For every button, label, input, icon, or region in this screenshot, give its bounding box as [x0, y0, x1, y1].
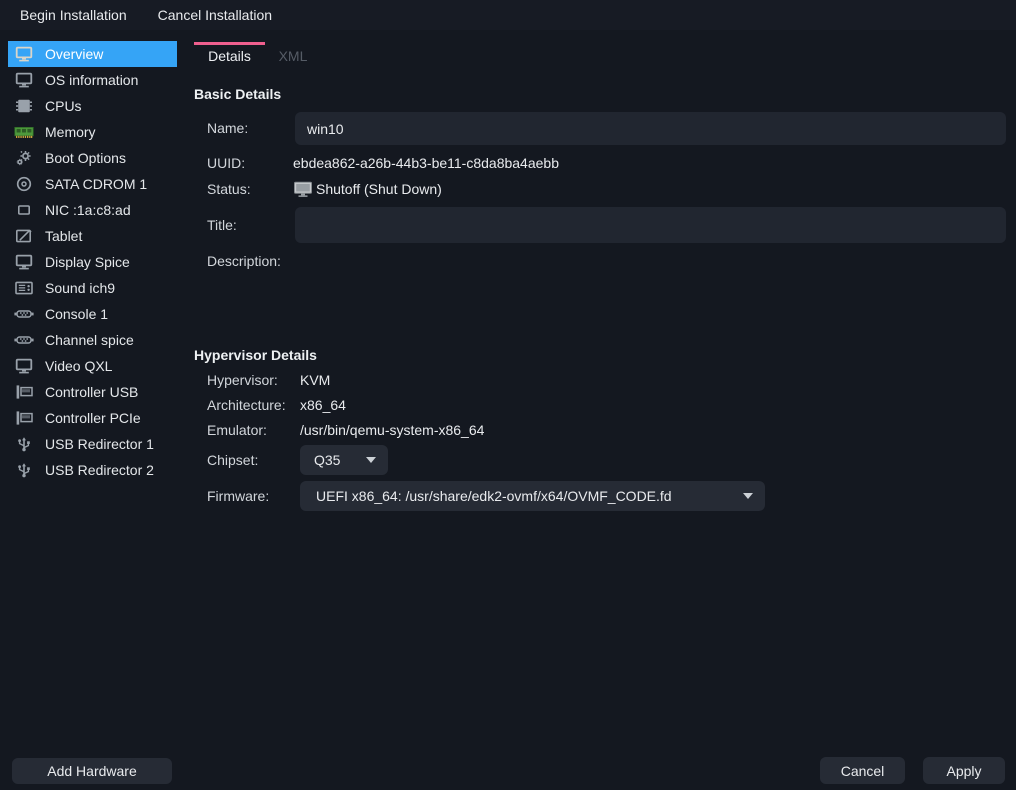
- status-label: Status:: [207, 180, 251, 198]
- sidebar-item-label: NIC :1a:c8:ad: [45, 202, 131, 218]
- emulator-value: /usr/bin/qemu-system-x86_64: [300, 421, 484, 439]
- sidebar-item-label: Overview: [45, 46, 103, 62]
- nic-icon: [14, 202, 34, 218]
- sidebar-item-label: Controller PCIe: [45, 410, 141, 426]
- sidebar-item-label: USB Redirector 1: [45, 436, 154, 452]
- sidebar-item-label: Tablet: [45, 228, 82, 244]
- uuid-value: ebdea862-a26b-44b3-be11-c8da8ba4aebb: [293, 154, 559, 172]
- sidebar-item-label: Memory: [45, 124, 96, 140]
- sidebar-item-nic-1a-c8-ad[interactable]: NIC :1a:c8:ad: [8, 197, 177, 223]
- sidebar-item-display-spice[interactable]: Display Spice: [8, 249, 177, 275]
- memory-icon: [14, 124, 34, 140]
- tab-details[interactable]: Details: [194, 42, 265, 69]
- basic-details-heading: Basic Details: [194, 85, 281, 103]
- architecture-label: Architecture:: [207, 396, 286, 414]
- sidebar-item-overview[interactable]: Overview: [8, 41, 177, 67]
- sidebar-item-label: Sound ich9: [45, 280, 115, 296]
- sidebar-item-video-qxl[interactable]: Video QXL: [8, 353, 177, 379]
- monitor-icon: [14, 46, 34, 62]
- firmware-selected-value: UEFI x86_64: /usr/share/edk2-ovmf/x64/OV…: [316, 488, 672, 504]
- chipset-selected-value: Q35: [314, 452, 340, 468]
- chevron-down-icon: [366, 457, 376, 463]
- description-label: Description:: [207, 252, 281, 270]
- description-input[interactable]: [295, 251, 1010, 321]
- tab-xml[interactable]: XML: [265, 42, 321, 69]
- sidebar-item-sata-cdrom-1[interactable]: SATA CDROM 1: [8, 171, 177, 197]
- chipset-label: Chipset:: [207, 451, 258, 469]
- usb-icon: [14, 436, 34, 452]
- name-input[interactable]: [295, 112, 1006, 145]
- sidebar-item-boot-options[interactable]: Boot Options: [8, 145, 177, 171]
- sidebar-item-channel-spice[interactable]: Channel spice: [8, 327, 177, 353]
- sidebar-item-usb-redirector-2[interactable]: USB Redirector 2: [8, 457, 177, 483]
- sidebar-item-label: Channel spice: [45, 332, 134, 348]
- monitor-icon: [14, 254, 34, 270]
- hardware-list: Overview OS information CPUs Memory Boot Opt…: [0, 30, 185, 744]
- sidebar-item-label: OS information: [45, 72, 138, 88]
- sidebar-item-label: Controller USB: [45, 384, 138, 400]
- sidebar-item-controller-pcie[interactable]: Controller PCIe: [8, 405, 177, 431]
- cpu-icon: [14, 98, 34, 114]
- emulator-label: Emulator:: [207, 421, 267, 439]
- sidebar-item-label: SATA CDROM 1: [45, 176, 147, 192]
- cancel-button[interactable]: Cancel: [820, 757, 905, 784]
- sound-card-icon: [14, 280, 34, 296]
- add-hardware-button[interactable]: Add Hardware: [12, 758, 172, 784]
- hypervisor-details-heading: Hypervisor Details: [194, 346, 317, 364]
- hypervisor-label: Hypervisor:: [207, 371, 278, 389]
- toolbar: Begin Installation Cancel Installation: [0, 0, 1016, 30]
- tab-bar: Details XML: [194, 42, 321, 69]
- sidebar-item-label: Video QXL: [45, 358, 112, 374]
- name-label: Name:: [207, 119, 248, 137]
- sidebar-item-cpus[interactable]: CPUs: [8, 93, 177, 119]
- title-input[interactable]: [295, 207, 1006, 243]
- architecture-value: x86_64: [300, 396, 346, 414]
- uuid-label: UUID:: [207, 154, 245, 172]
- sidebar-item-label: CPUs: [45, 98, 82, 114]
- serial-port-icon: [14, 332, 34, 348]
- sidebar-item-label: Console 1: [45, 306, 108, 322]
- firmware-label: Firmware:: [207, 487, 269, 505]
- chevron-down-icon: [743, 493, 753, 499]
- tablet-icon: [14, 228, 34, 244]
- title-label: Title:: [207, 216, 237, 234]
- sidebar-item-memory[interactable]: Memory: [8, 119, 177, 145]
- cancel-installation-button[interactable]: Cancel Installation: [158, 5, 272, 25]
- sidebar-item-usb-redirector-1[interactable]: USB Redirector 1: [8, 431, 177, 457]
- firmware-dropdown[interactable]: UEFI x86_64: /usr/share/edk2-ovmf/x64/OV…: [300, 481, 765, 511]
- cdrom-icon: [14, 176, 34, 192]
- monitor-icon: [14, 358, 34, 374]
- controller-icon: [14, 384, 34, 400]
- sidebar-item-tablet[interactable]: Tablet: [8, 223, 177, 249]
- status-value-group: Shutoff (Shut Down): [293, 180, 442, 198]
- controller-icon: [14, 410, 34, 426]
- chipset-dropdown[interactable]: Q35: [300, 445, 388, 475]
- sidebar-item-label: Boot Options: [45, 150, 126, 166]
- begin-installation-button[interactable]: Begin Installation: [20, 5, 127, 25]
- hypervisor-value: KVM: [300, 371, 330, 389]
- serial-port-icon: [14, 306, 34, 322]
- monitor-icon: [14, 72, 34, 88]
- sidebar-item-os-information[interactable]: OS information: [8, 67, 177, 93]
- status-value: Shutoff (Shut Down): [316, 180, 442, 198]
- sidebar-item-sound-ich9[interactable]: Sound ich9: [8, 275, 177, 301]
- sidebar-item-controller-usb[interactable]: Controller USB: [8, 379, 177, 405]
- apply-button[interactable]: Apply: [923, 757, 1005, 784]
- sidebar-item-label: USB Redirector 2: [45, 462, 154, 478]
- usb-icon: [14, 462, 34, 478]
- sidebar-item-console-1[interactable]: Console 1: [8, 301, 177, 327]
- boot-gear-icon: [14, 150, 34, 166]
- sidebar-item-label: Display Spice: [45, 254, 130, 270]
- monitor-icon: [293, 181, 313, 198]
